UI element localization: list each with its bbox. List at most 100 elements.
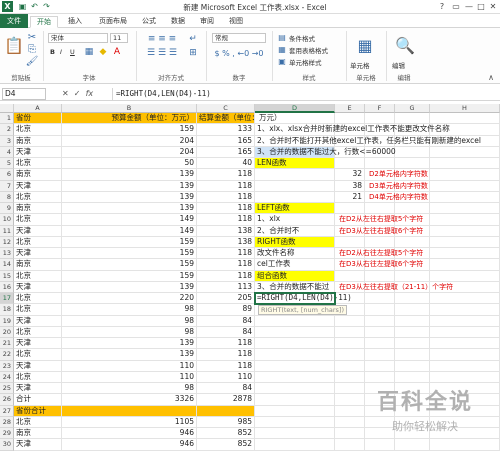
cell-d25[interactable]: [255, 383, 335, 395]
wrap-text-icon[interactable]: ↵: [186, 33, 200, 45]
cell-c29[interactable]: 852: [197, 428, 255, 440]
cell-empty[interactable]: [365, 158, 395, 170]
cell-b20[interactable]: 98: [62, 326, 197, 338]
cell-b23[interactable]: 110: [62, 360, 197, 372]
cell-a28[interactable]: 北京: [14, 416, 62, 428]
cell-e20[interactable]: [335, 326, 365, 338]
cells-icon[interactable]: ▦: [352, 32, 378, 58]
cell-c2[interactable]: 133: [197, 124, 255, 136]
cell-d1[interactable]: [255, 113, 335, 125]
cell-c5[interactable]: 40: [197, 158, 255, 170]
cell-b28[interactable]: 1105: [62, 416, 197, 428]
cell-a24[interactable]: 北京: [14, 371, 62, 383]
cell-a10[interactable]: 北京: [14, 214, 62, 226]
column-header-e[interactable]: E: [335, 104, 365, 113]
cell-c6[interactable]: 118: [197, 169, 255, 181]
cell-b12[interactable]: 159: [62, 236, 197, 248]
row-header[interactable]: 2: [0, 124, 14, 136]
column-header-h[interactable]: H: [430, 104, 500, 113]
align-top-icon[interactable]: ≡ ≡ ≡: [142, 33, 182, 45]
cell-a2[interactable]: 北京: [14, 124, 62, 136]
cell-empty[interactable]: [365, 349, 395, 361]
cell-b6[interactable]: 139: [62, 169, 197, 181]
cell-empty[interactable]: [395, 113, 430, 125]
cell-d3[interactable]: 2、合并时不能打开其他excel工作表，任务栏只能有刚新建的excel: [255, 135, 481, 147]
cell-a1[interactable]: 省份: [14, 113, 62, 125]
select-all-corner[interactable]: [0, 104, 14, 113]
cell-c18[interactable]: 89: [197, 304, 255, 316]
edit-button[interactable]: 编辑: [392, 60, 405, 70]
cell-e9[interactable]: [335, 203, 365, 215]
cell-d10[interactable]: 1、xlx: [255, 214, 335, 226]
cell-e26[interactable]: [335, 394, 365, 406]
cell-empty[interactable]: [430, 248, 500, 260]
cell-c19[interactable]: 84: [197, 315, 255, 327]
cell-empty[interactable]: [430, 360, 500, 372]
cell-empty[interactable]: [365, 371, 395, 383]
cell-c27[interactable]: [197, 405, 255, 417]
column-header-c[interactable]: C: [197, 104, 255, 113]
row-header[interactable]: 26: [0, 394, 14, 406]
tab-insert[interactable]: 插入: [62, 16, 88, 28]
undo-icon[interactable]: ↶: [29, 1, 40, 12]
row-header[interactable]: 30: [0, 439, 14, 451]
cell-e28[interactable]: [335, 416, 365, 428]
format-painter-icon[interactable]: 🖌: [26, 56, 39, 67]
cell-b3[interactable]: 204: [62, 135, 197, 147]
cell-c13[interactable]: 118: [197, 248, 255, 260]
cell-c11[interactable]: 138: [197, 225, 255, 237]
tab-formulas[interactable]: 公式: [136, 16, 162, 28]
insert-function-icon[interactable]: fx: [86, 89, 94, 98]
cell-empty[interactable]: [430, 236, 500, 248]
cell-empty[interactable]: [430, 304, 500, 316]
cell-d6[interactable]: [255, 169, 335, 181]
cell-e5[interactable]: [335, 158, 365, 170]
cell-empty[interactable]: [430, 259, 500, 271]
cell-empty[interactable]: [395, 158, 430, 170]
cell-b30[interactable]: 946: [62, 439, 197, 451]
tab-view[interactable]: 视图: [223, 16, 249, 28]
cell-empty[interactable]: [430, 315, 500, 327]
cell-e19[interactable]: [335, 315, 365, 327]
tab-home[interactable]: 开始: [30, 16, 58, 28]
cell-e8[interactable]: 21: [335, 191, 365, 203]
cell-d24[interactable]: [255, 371, 335, 383]
cell-e23[interactable]: [335, 360, 365, 372]
cell-a12[interactable]: 北京: [14, 236, 62, 248]
cell-c22[interactable]: 118: [197, 349, 255, 361]
row-header[interactable]: 12: [0, 236, 14, 248]
cell-b15[interactable]: 159: [62, 270, 197, 282]
cell-empty[interactable]: [395, 349, 430, 361]
maximize-icon[interactable]: □: [475, 1, 487, 12]
cell-empty[interactable]: [395, 371, 430, 383]
cell-empty[interactable]: [430, 270, 500, 282]
cell-a15[interactable]: 北京: [14, 270, 62, 282]
cell-b10[interactable]: 149: [62, 214, 197, 226]
cell-c21[interactable]: 118: [197, 338, 255, 350]
cell-empty[interactable]: [365, 338, 395, 350]
save-icon[interactable]: ▣: [17, 1, 28, 12]
cell-c24[interactable]: 110: [197, 371, 255, 383]
cell-a27[interactable]: 省份合计: [14, 405, 62, 417]
cell-c17[interactable]: 205: [197, 293, 255, 305]
row-header[interactable]: 17: [0, 293, 14, 305]
cell-empty[interactable]: [430, 113, 500, 125]
cell-c15[interactable]: 118: [197, 270, 255, 282]
cell-e27[interactable]: [335, 405, 365, 417]
cell-a29[interactable]: 南京: [14, 428, 62, 440]
cell-empty[interactable]: [430, 293, 500, 305]
align-left-icon[interactable]: ☰ ☰ ☰: [142, 47, 182, 59]
cell-d30[interactable]: [255, 439, 335, 451]
cell-e25[interactable]: [335, 383, 365, 395]
cell-a30[interactable]: 天津: [14, 439, 62, 451]
cell-c23[interactable]: 118: [197, 360, 255, 372]
cell-c1[interactable]: 结算金额（单位：万元）: [197, 113, 282, 125]
table-format-button[interactable]: 套用表格格式: [289, 45, 328, 55]
cell-a11[interactable]: 天津: [14, 225, 62, 237]
cell-empty[interactable]: [365, 270, 395, 282]
cell-d14[interactable]: cel工作表: [255, 259, 335, 271]
cell-c14[interactable]: 118: [197, 259, 255, 271]
cell-e22[interactable]: [335, 349, 365, 361]
row-header[interactable]: 7: [0, 180, 14, 192]
cells-button[interactable]: 单元格: [350, 60, 370, 70]
